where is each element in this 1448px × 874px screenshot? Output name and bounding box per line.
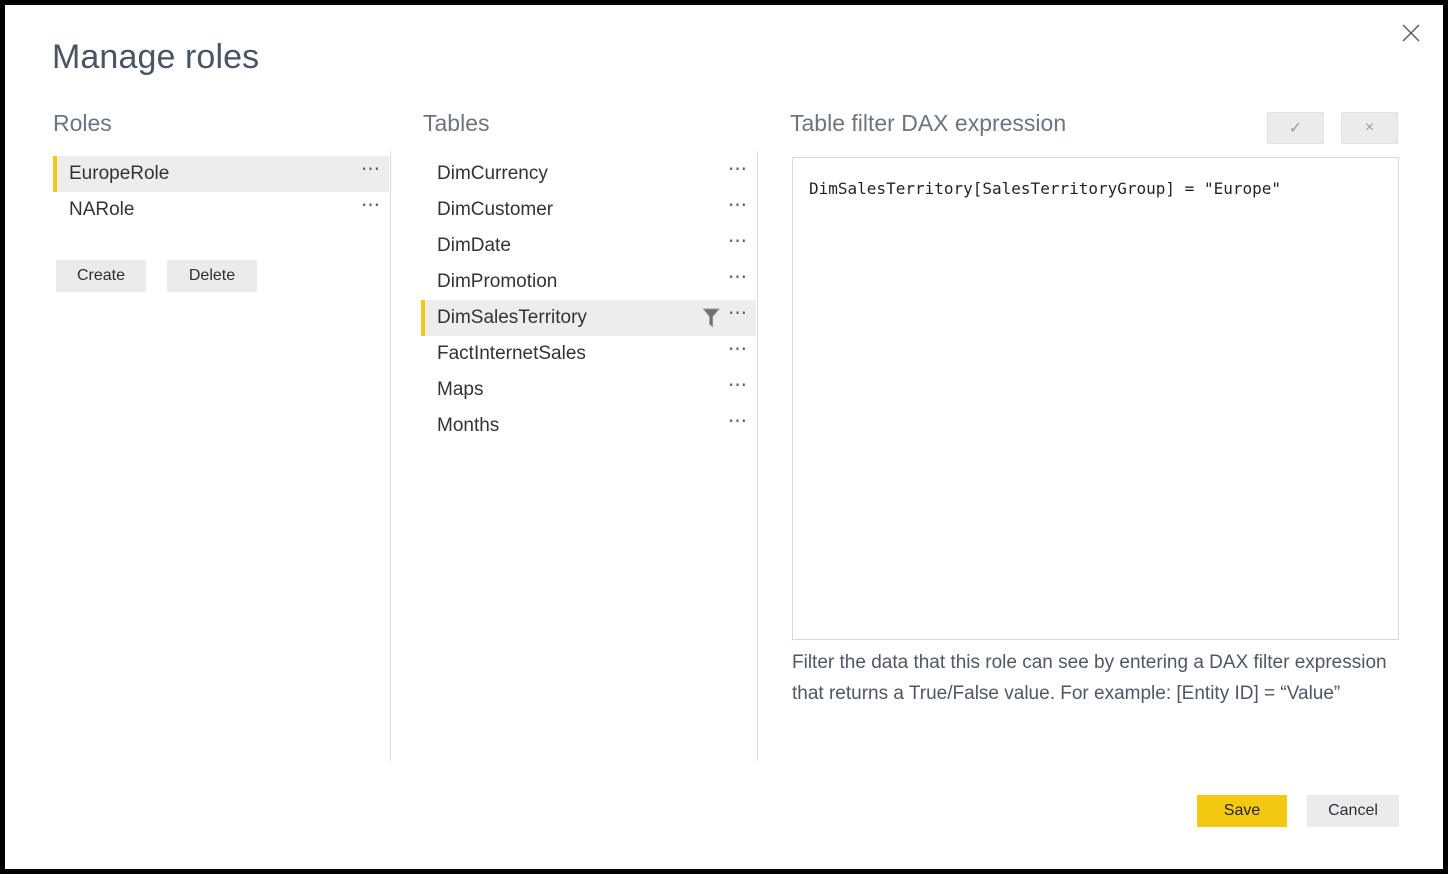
ellipsis-icon[interactable]: ⋯: [359, 160, 383, 183]
selection-accent-bar: [421, 372, 425, 408]
tables-heading: Tables: [423, 110, 490, 136]
close-dialog-button[interactable]: [1389, 13, 1433, 53]
selection-accent-bar: [421, 192, 425, 228]
selection-accent-bar: [421, 408, 425, 444]
ellipsis-icon[interactable]: ⋯: [726, 412, 750, 435]
ellipsis-icon[interactable]: ⋯: [726, 196, 750, 219]
dax-accept-button[interactable]: ✓: [1267, 112, 1324, 144]
dax-helper-text: Filter the data that this role can see b…: [792, 652, 1387, 704]
dialog-title: Manage roles: [52, 38, 260, 76]
tables-list-item-dimdate[interactable]: DimDate ⋯: [421, 228, 756, 264]
selection-accent-bar: [421, 228, 425, 264]
tables-list-item-label: DimCurrency: [437, 163, 548, 184]
tables-list-item-dimcurrency[interactable]: DimCurrency ⋯: [421, 156, 756, 192]
tables-list-item-label: DimPromotion: [437, 271, 558, 292]
tables-list-item-label: Months: [437, 415, 500, 436]
tables-list-item-maps[interactable]: Maps ⋯: [421, 372, 756, 408]
tables-list-item-months[interactable]: Months ⋯: [421, 408, 756, 444]
selection-accent-bar: [421, 264, 425, 300]
roles-heading: Roles: [53, 110, 112, 136]
cancel-button[interactable]: Cancel: [1307, 795, 1399, 827]
selection-accent-bar: [421, 300, 425, 336]
tables-list: DimCurrency ⋯ DimCustomer ⋯ DimDate ⋯ Di…: [421, 156, 756, 444]
ellipsis-icon[interactable]: ⋯: [726, 160, 750, 183]
dax-reject-button[interactable]: ×: [1341, 112, 1398, 144]
ellipsis-icon[interactable]: ⋯: [726, 232, 750, 255]
delete-role-button[interactable]: Delete: [167, 260, 257, 292]
divider-roles-tables: [390, 151, 391, 761]
selection-accent-bar: [53, 192, 57, 228]
create-role-button[interactable]: Create: [56, 260, 146, 292]
roles-list-item-label: NARole: [69, 199, 135, 220]
tables-list-item-label: Maps: [437, 379, 484, 400]
dax-expression-heading: Table filter DAX expression: [790, 110, 1067, 136]
ellipsis-icon[interactable]: ⋯: [359, 196, 383, 219]
selection-accent-bar: [421, 336, 425, 372]
divider-tables-dax: [757, 151, 758, 761]
tables-list-item-dimpromotion[interactable]: DimPromotion ⋯: [421, 264, 756, 300]
manage-roles-dialog: Manage roles Roles Tables Table filter D…: [5, 5, 1443, 869]
tables-list-item-label: FactInternetSales: [437, 343, 586, 364]
selection-accent-bar: [53, 156, 57, 192]
tables-list-item-factinternetsales[interactable]: FactInternetSales ⋯: [421, 336, 756, 372]
tables-list-item-label: DimSalesTerritory: [437, 307, 587, 328]
dax-expression-text[interactable]: DimSalesTerritory[SalesTerritoryGroup] =…: [809, 178, 1398, 200]
ellipsis-icon[interactable]: ⋯: [726, 340, 750, 363]
save-button[interactable]: Save: [1197, 795, 1287, 827]
tables-list-item-dimsalesterritory[interactable]: DimSalesTerritory ⋯: [421, 300, 756, 336]
roles-list-item-label: EuropeRole: [69, 163, 170, 184]
tables-list-item-label: DimDate: [437, 235, 511, 256]
roles-list-item-europerole[interactable]: EuropeRole ⋯: [53, 156, 389, 192]
tables-list-item-label: DimCustomer: [437, 199, 554, 220]
selection-accent-bar: [421, 156, 425, 192]
ellipsis-icon[interactable]: ⋯: [726, 268, 750, 291]
screenshot-root: Manage roles Roles Tables Table filter D…: [0, 0, 1448, 874]
ellipsis-icon[interactable]: ⋯: [726, 304, 750, 327]
roles-list: EuropeRole ⋯ NARole ⋯: [53, 156, 389, 228]
roles-list-item-narole[interactable]: NARole ⋯: [53, 192, 389, 228]
ellipsis-icon[interactable]: ⋯: [726, 376, 750, 399]
dax-expression-editor[interactable]: DimSalesTerritory[SalesTerritoryGroup] =…: [792, 157, 1399, 640]
tables-list-item-dimcustomer[interactable]: DimCustomer ⋯: [421, 192, 756, 228]
close-icon: [1400, 22, 1422, 44]
funnel-filter-icon: [702, 307, 722, 329]
